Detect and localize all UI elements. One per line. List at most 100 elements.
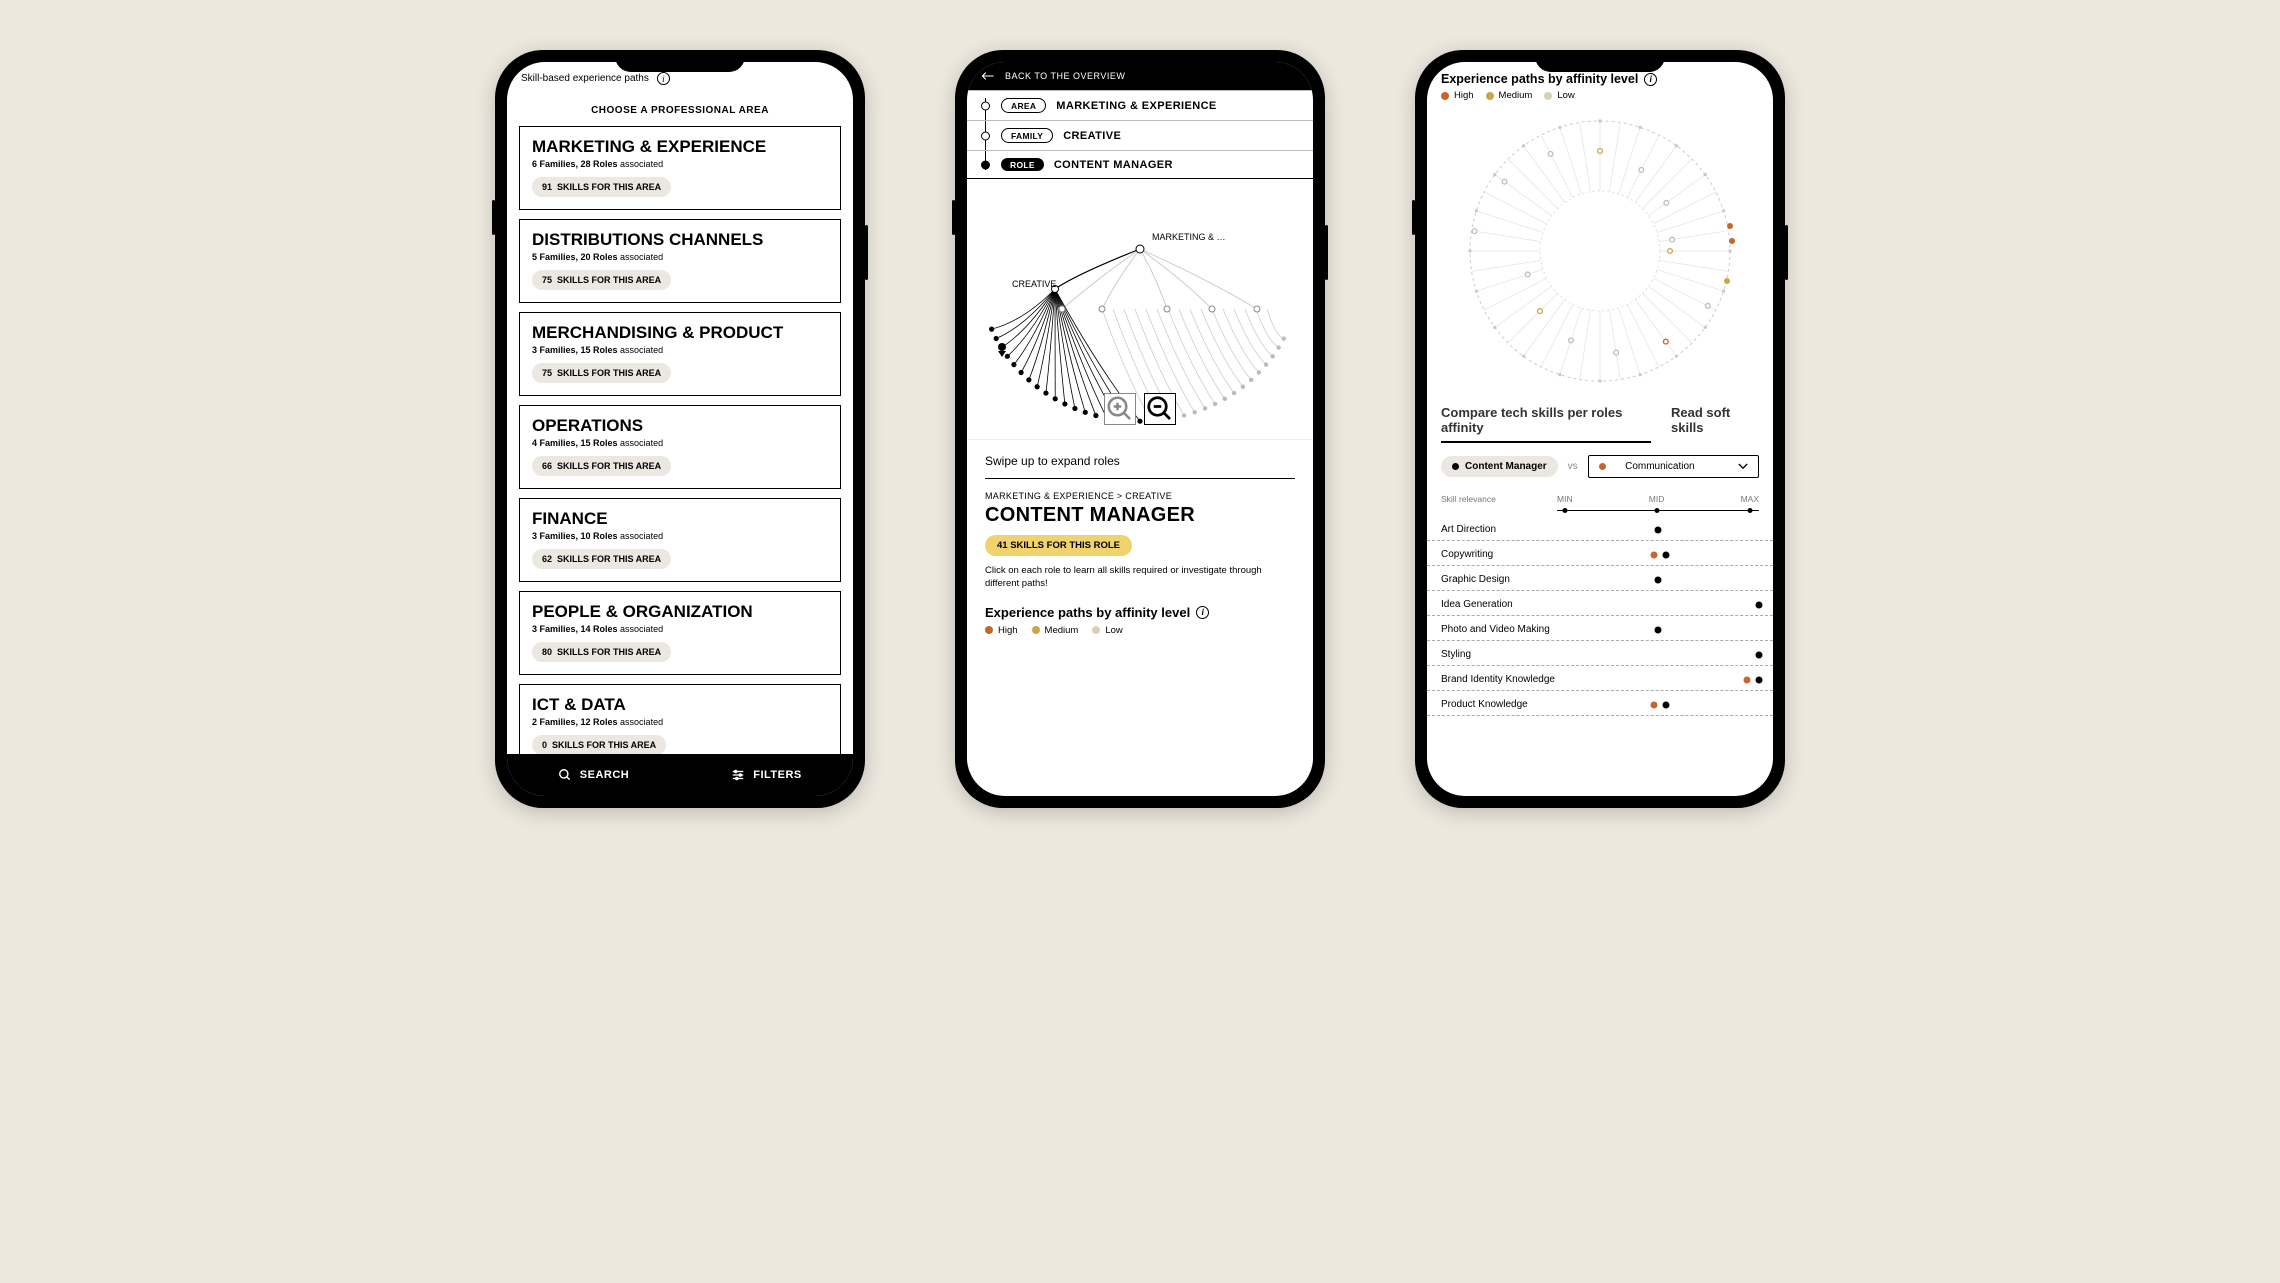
tab-soft-skills[interactable]: Read soft skills <box>1671 405 1759 443</box>
skill-row: Product Knowledge <box>1427 691 1773 716</box>
crumb-area-pill: AREA <box>1001 98 1046 113</box>
area-title: ICT & DATA <box>532 695 828 715</box>
compare-select[interactable]: Communication <box>1588 455 1759 478</box>
skill-row: Art Direction <box>1427 516 1773 541</box>
crumb-role[interactable]: ROLE CONTENT MANAGER <box>967 150 1313 178</box>
compare-controls: Content Manager vs Communication <box>1427 443 1773 490</box>
crumb-family-pill: FAMILY <box>1001 128 1053 143</box>
area-meta: 3 Families, 15 Roles associated <box>532 345 828 355</box>
crumb-role-value: CONTENT MANAGER <box>1054 159 1173 171</box>
sheet-breadcrumb: MARKETING & EXPERIENCE > CREATIVE <box>985 491 1295 501</box>
area-card[interactable]: MARKETING & EXPERIENCE 6 Families, 28 Ro… <box>519 126 841 210</box>
area-meta: 5 Families, 20 Roles associated <box>532 252 828 262</box>
skill-chip: 80 SKILLS FOR THIS AREA <box>532 642 671 662</box>
skill-bar <box>1557 525 1759 535</box>
zoom-out-button[interactable] <box>1144 393 1176 425</box>
area-card[interactable]: OPERATIONS 4 Families, 15 Roles associat… <box>519 405 841 489</box>
area-meta: 2 Families, 12 Roles associated <box>532 717 828 727</box>
skill-name: Graphic Design <box>1441 574 1557 585</box>
sheet-description: Click on each role to learn all skills r… <box>985 564 1295 591</box>
affinity-heading: Experience paths by affinity level i <box>985 605 1295 620</box>
area-title: OPERATIONS <box>532 416 828 436</box>
skill-name: Photo and Video Making <box>1441 624 1557 635</box>
current-role-chip: Content Manager <box>1441 456 1558 477</box>
skill-bar <box>1557 600 1759 610</box>
swipe-hint: Swipe up to expand roles <box>985 454 1295 468</box>
skill-bar <box>1557 575 1759 585</box>
info-icon[interactable]: i <box>1196 606 1209 619</box>
skills-chip: 41 SKILLS FOR THIS ROLE <box>985 535 1132 556</box>
skill-row: Copywriting <box>1427 541 1773 566</box>
skill-name: Art Direction <box>1441 524 1557 535</box>
search-icon <box>558 768 572 782</box>
area-card[interactable]: MERCHANDISING & PRODUCT 3 Families, 15 R… <box>519 312 841 396</box>
screen-3: Experience paths by affinity level i Hig… <box>1427 62 1773 796</box>
area-card[interactable]: ICT & DATA 2 Families, 12 Roles associat… <box>519 684 841 760</box>
chevron-down-icon <box>1738 463 1748 470</box>
filters-button[interactable]: FILTERS <box>680 754 853 796</box>
tree-visualization[interactable]: MARKETING & … CREATIVE <box>967 179 1313 439</box>
skill-chip: 0 SKILLS FOR THIS AREA <box>532 735 666 755</box>
crumb-area[interactable]: AREA MARKETING & EXPERIENCE <box>967 90 1313 120</box>
crumb-family[interactable]: FAMILY CREATIVE <box>967 120 1313 150</box>
area-title: MARKETING & EXPERIENCE <box>532 137 828 157</box>
breadcrumb-panel: AREA MARKETING & EXPERIENCE FAMILY CREAT… <box>967 90 1313 179</box>
header-title: Skill-based experience paths <box>521 73 649 84</box>
info-icon[interactable]: i <box>1644 73 1657 86</box>
skill-bar <box>1557 650 1759 660</box>
screen-2: BACK TO THE OVERVIEW AREA MARKETING & EX… <box>967 62 1313 796</box>
role-sheet[interactable]: Swipe up to expand roles MARKETING & EXP… <box>967 439 1313 791</box>
area-title: DISTRIBUTIONS CHANNELS <box>532 230 828 250</box>
skill-bar <box>1557 550 1759 560</box>
affinity-heading: Experience paths by affinity level <box>1441 72 1638 86</box>
phone-mockup-2: BACK TO THE OVERVIEW AREA MARKETING & EX… <box>955 50 1325 808</box>
skill-row: Photo and Video Making <box>1427 616 1773 641</box>
zoom-in-button[interactable] <box>1104 393 1136 425</box>
info-icon[interactable]: i <box>657 72 670 85</box>
crumb-role-pill: ROLE <box>1001 158 1044 171</box>
filters-label: FILTERS <box>753 769 802 781</box>
skill-name: Product Knowledge <box>1441 699 1557 710</box>
screen-1: Skill-based experience paths i CHOOSE A … <box>507 62 853 796</box>
skill-chip: 62 SKILLS FOR THIS AREA <box>532 549 671 569</box>
area-meta: 6 Families, 28 Roles associated <box>532 159 828 169</box>
search-label: SEARCH <box>580 769 629 781</box>
skill-bar <box>1557 700 1759 710</box>
skill-name: Copywriting <box>1441 549 1557 560</box>
area-meta: 3 Families, 10 Roles associated <box>532 531 828 541</box>
skill-row: Styling <box>1427 641 1773 666</box>
skill-chip: 91 SKILLS FOR THIS AREA <box>532 177 671 197</box>
area-title: PEOPLE & ORGANIZATION <box>532 602 828 622</box>
skill-chip: 75 SKILLS FOR THIS AREA <box>532 363 671 383</box>
sheet-title: CONTENT MANAGER <box>985 504 1295 527</box>
vs-label: vs <box>1568 461 1578 472</box>
area-meta: 4 Families, 15 Roles associated <box>532 438 828 448</box>
skill-row: Graphic Design <box>1427 566 1773 591</box>
area-list[interactable]: MARKETING & EXPERIENCE 6 Families, 28 Ro… <box>507 126 853 760</box>
area-title: MERCHANDISING & PRODUCT <box>532 323 828 343</box>
back-label: BACK TO THE OVERVIEW <box>1005 71 1125 81</box>
back-arrow-icon <box>981 71 995 81</box>
affinity-legend: High Medium Low <box>1441 90 1759 101</box>
search-button[interactable]: SEARCH <box>507 754 680 796</box>
area-meta: 3 Families, 14 Roles associated <box>532 624 828 634</box>
area-card[interactable]: PEOPLE & ORGANIZATION 3 Families, 14 Rol… <box>519 591 841 675</box>
skill-row: Brand Identity Knowledge <box>1427 666 1773 691</box>
skill-name: Styling <box>1441 649 1557 660</box>
affinity-legend: High Medium Low <box>985 625 1295 636</box>
skill-row: Idea Generation <box>1427 591 1773 616</box>
choose-heading: CHOOSE A PROFESSIONAL AREA <box>507 105 853 116</box>
skill-bar <box>1557 675 1759 685</box>
skill-bar <box>1557 625 1759 635</box>
skill-list: Art Direction Copywriting Graphic Design Id… <box>1427 516 1773 716</box>
skill-axis: Skill relevance MIN MID MAX <box>1427 490 1773 506</box>
filters-icon <box>731 768 745 782</box>
tab-compare[interactable]: Compare tech skills per roles affinity <box>1441 405 1651 443</box>
area-card[interactable]: FINANCE 3 Families, 10 Roles associated … <box>519 498 841 582</box>
skill-chip: 75 SKILLS FOR THIS AREA <box>532 270 671 290</box>
area-title: FINANCE <box>532 509 828 529</box>
viz-child-label: CREATIVE <box>1012 279 1056 289</box>
crumb-area-value: MARKETING & EXPERIENCE <box>1056 100 1216 112</box>
area-card[interactable]: DISTRIBUTIONS CHANNELS 5 Families, 20 Ro… <box>519 219 841 303</box>
radial-visualization[interactable] <box>1427 101 1773 401</box>
